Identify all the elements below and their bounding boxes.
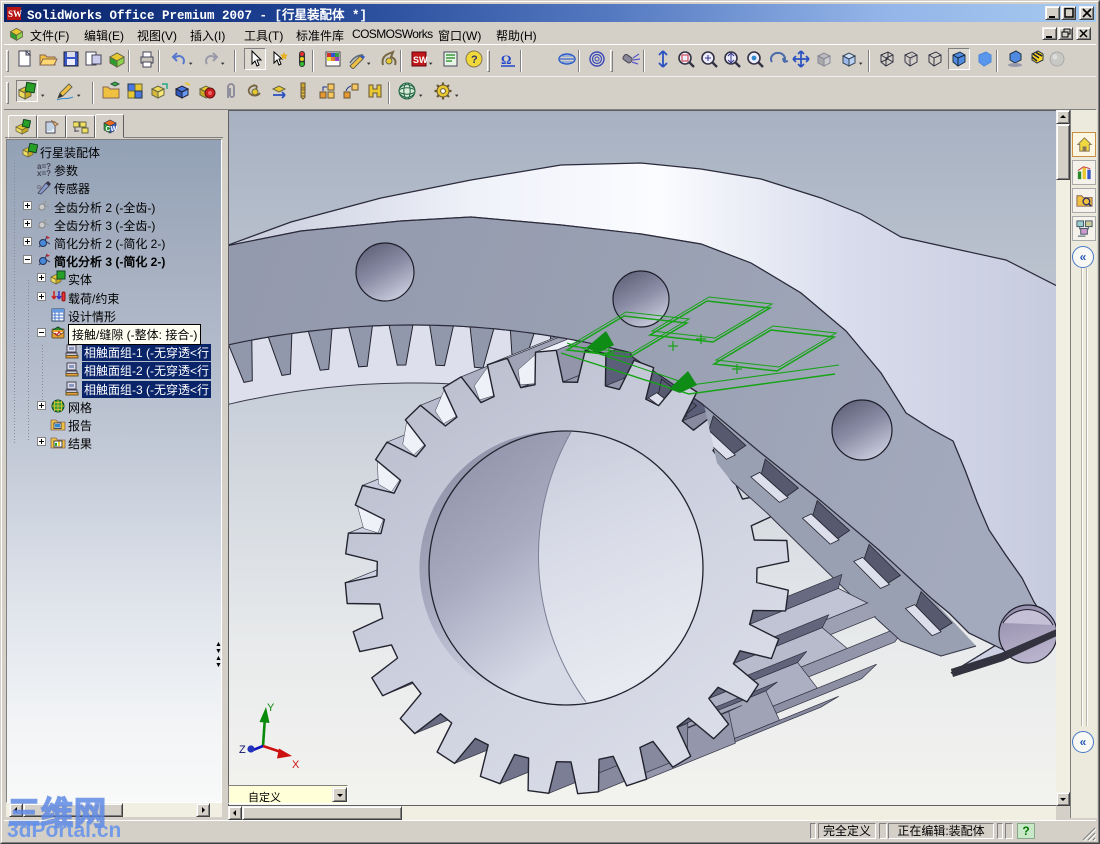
- svg-text:Y: Y: [267, 702, 275, 714]
- svg-text:SW: SW: [8, 9, 22, 19]
- svg-text:?: ?: [471, 54, 478, 66]
- svg-text:SW: SW: [413, 55, 428, 65]
- svg-text:x=?: x=?: [37, 169, 51, 177]
- svg-text:Z: Z: [239, 744, 246, 756]
- svg-text:Ω: Ω: [501, 52, 511, 67]
- svg-text:CW: CW: [105, 126, 117, 133]
- svg-text:X: X: [292, 759, 300, 771]
